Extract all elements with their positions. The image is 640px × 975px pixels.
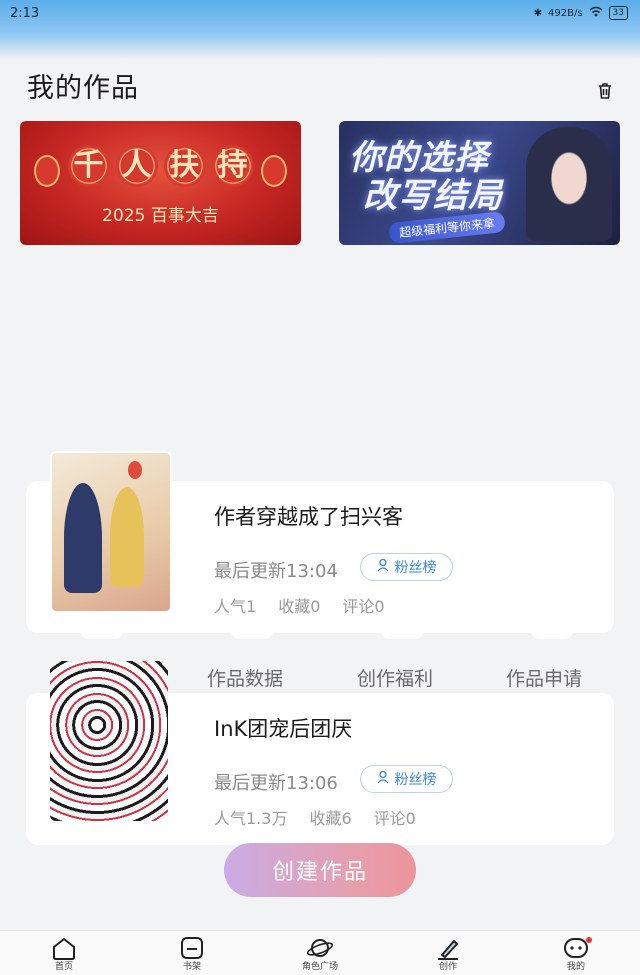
creation-benefits-button[interactable]: 创作福利: [357, 664, 433, 691]
home-icon: [53, 938, 75, 960]
comments-stat: 评论0: [373, 809, 416, 828]
status-time: 2:13: [10, 6, 40, 21]
popularity-stat: 人气1: [214, 597, 257, 616]
tab-label: 我的: [566, 962, 585, 972]
page-title: 我的作品: [27, 73, 139, 104]
work-cover[interactable]: [50, 661, 168, 821]
pen-icon: [438, 940, 458, 960]
cover-figure: [64, 483, 102, 593]
network-speed: 492B/s: [548, 7, 583, 19]
banner-your-choice[interactable]: 你的选择 改写结局 超级福利等你来拿: [339, 121, 620, 245]
banner-char: 人: [115, 145, 158, 187]
tab-bookshelf[interactable]: 书架: [162, 935, 222, 972]
work-stats: 人气1 收藏0 评论0: [214, 593, 385, 617]
notification-dot: [586, 937, 592, 943]
comments-stat: 评论0: [342, 597, 385, 616]
work-title: 作者穿越成了扫兴客: [214, 505, 403, 529]
work-card[interactable]: 作者穿越成了扫兴客 最后更新13:04 粉丝榜 人气1 收藏0 评论0: [26, 451, 614, 633]
tab-label: 首页: [54, 962, 73, 972]
banner-char: 扶: [163, 145, 206, 187]
work-cover[interactable]: [50, 451, 172, 613]
work-card[interactable]: InK团宠后团厌 最后更新13:06 粉丝榜 人气1.3万 收藏6 评论0: [26, 661, 614, 845]
banner-title: 你的选择 改写结局: [349, 139, 503, 215]
banner-subtitle: 2025 百事大吉: [102, 206, 219, 226]
cover-figure: [110, 487, 144, 587]
work-application-button[interactable]: 作品申请: [506, 664, 582, 691]
balloon-shape: [128, 461, 142, 479]
last-updated: 最后更新13:04: [214, 561, 338, 582]
banner-title: 千 人 扶 持: [20, 145, 301, 187]
favorites-stat: 收藏0: [278, 597, 321, 616]
fans-ranking-label: 粉丝榜: [394, 560, 437, 576]
banner-char: 持: [211, 145, 254, 187]
character-illustration: [526, 127, 612, 241]
last-updated: 最后更新13:06: [214, 773, 338, 794]
create-work-button[interactable]: 创建作品: [224, 843, 416, 897]
work-title: InK团宠后团厌: [214, 717, 353, 741]
work-stats: 人气1.3万 收藏6 评论0: [214, 805, 416, 829]
bottom-tab-bar: 首页 书架 角色广场 创作 我的: [0, 930, 640, 975]
battery-icon: 33: [608, 6, 628, 20]
work-data-button[interactable]: 作品数据: [207, 664, 283, 691]
banner-char: 千: [67, 145, 110, 187]
tab-label: 创作: [438, 962, 457, 972]
banner-title-line: 改写结局: [363, 176, 503, 216]
tab-role-square[interactable]: 角色广场: [290, 935, 350, 972]
user-icon: [377, 770, 391, 788]
bookshelf-icon: [181, 937, 203, 959]
status-bar: 2:13 ✱ 492B/s 33: [0, 0, 640, 60]
popularity-stat: 人气1.3万: [214, 809, 288, 828]
user-icon: [377, 558, 391, 576]
planet-icon: [306, 939, 334, 957]
trash-icon[interactable]: [594, 80, 616, 102]
favorites-stat: 收藏6: [309, 809, 352, 828]
fans-ranking-button[interactable]: 粉丝榜: [360, 765, 453, 793]
tab-label: 书架: [182, 962, 201, 972]
bluetooth-icon: ✱: [533, 7, 543, 19]
fans-ranking-button[interactable]: 粉丝榜: [360, 553, 453, 581]
banner-title-line: 你的选择: [349, 138, 489, 178]
tab-label: 角色广场: [301, 962, 338, 972]
fans-ranking-label: 粉丝榜: [394, 772, 437, 788]
tab-mine[interactable]: 我的: [546, 935, 606, 972]
wifi-icon: [589, 6, 603, 20]
tab-home[interactable]: 首页: [34, 935, 94, 972]
tab-create[interactable]: 创作: [418, 935, 478, 972]
status-indicators: ✱ 492B/s 33: [534, 6, 628, 20]
banner-thousand-support[interactable]: 千 人 扶 持 2025 百事大吉: [20, 121, 301, 245]
